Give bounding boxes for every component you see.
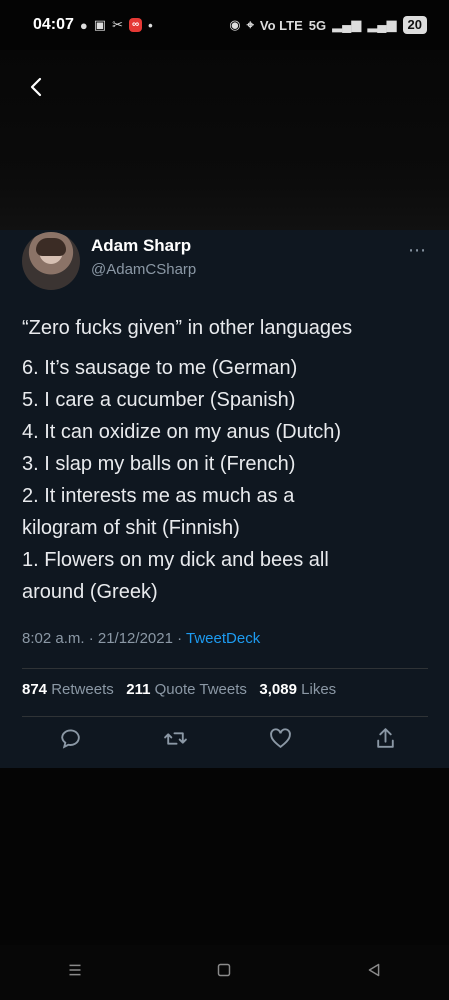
likes-stat[interactable]: 3,089 Likes bbox=[259, 681, 336, 698]
tweet-text: “Zero fucks given” in other languages 6.… bbox=[22, 312, 427, 608]
more-options-icon[interactable]: ⋯ bbox=[408, 240, 427, 261]
battery-icon: 20 bbox=[402, 16, 427, 34]
divider bbox=[22, 668, 428, 669]
retweet-stat[interactable]: 874 Retweets bbox=[22, 681, 114, 698]
tweet-line: around (Greek) bbox=[22, 581, 158, 603]
divider bbox=[22, 716, 428, 717]
share-button[interactable] bbox=[373, 726, 398, 754]
tweet-line: 5. I care a cucumber (Spanish) bbox=[22, 389, 296, 411]
retweet-icon bbox=[164, 732, 187, 745]
system-navigation-bar bbox=[0, 945, 449, 1000]
tweet-actions bbox=[58, 726, 398, 754]
share-icon bbox=[377, 728, 394, 748]
tweet-meta: 8:02 a.m. · 21/12/2021 · TweetDeck bbox=[22, 630, 260, 647]
status-time: 04:07 bbox=[33, 16, 74, 33]
menu-icon bbox=[69, 964, 81, 976]
like-icon bbox=[270, 728, 291, 749]
tweet-line: 6. It’s sausage to me (German) bbox=[22, 357, 298, 379]
back-icon bbox=[30, 77, 42, 97]
tweet-line: 2. It interests me as much as a bbox=[22, 485, 295, 507]
like-button[interactable] bbox=[268, 726, 293, 754]
back-button[interactable] bbox=[25, 75, 49, 99]
top-bar bbox=[0, 50, 449, 230]
alarm-icon: ◉ bbox=[229, 17, 241, 32]
location-icon: ⌖ bbox=[246, 17, 254, 32]
tweet-source-link[interactable]: TweetDeck bbox=[186, 630, 260, 647]
volte-icon: Vo LTE bbox=[259, 17, 303, 33]
tweet-line: “Zero fucks given” in other languages bbox=[22, 317, 353, 339]
signal-icon: ▂▄▆ bbox=[332, 17, 362, 32]
recent-apps-button[interactable] bbox=[64, 959, 86, 986]
tweet-stats: 874 Retweets 211 Quote Tweets 3,089 Like… bbox=[22, 681, 336, 698]
author-handle[interactable]: @AdamCSharp bbox=[91, 261, 196, 278]
home-icon bbox=[218, 963, 231, 977]
author-name[interactable]: Adam Sharp bbox=[91, 236, 191, 256]
reply-icon bbox=[61, 729, 80, 749]
avatar[interactable] bbox=[22, 232, 80, 290]
reply-button[interactable] bbox=[58, 726, 83, 754]
tweet-line: 4. It can oxidize on my anus (Dutch) bbox=[22, 421, 342, 443]
network-label: 5G bbox=[308, 17, 327, 33]
status-bar: 04:07 ● ▣ ✂ ∞ • ◉ ⌖ Vo LTE 5G ▂▄▆ ▂▄▆ 20 bbox=[0, 0, 449, 50]
chat-icon: ● bbox=[79, 17, 88, 33]
status-left: 04:07 ● ▣ ✂ ∞ • bbox=[33, 16, 153, 34]
lower-background bbox=[0, 768, 449, 945]
tweet-card[interactable]: Adam Sharp @AdamCSharp ⋯ “Zero fucks giv… bbox=[0, 230, 449, 768]
notification-badge: ∞ bbox=[128, 18, 143, 32]
back-triangle-icon bbox=[368, 963, 380, 977]
status-right: ◉ ⌖ Vo LTE 5G ▂▄▆ ▂▄▆ 20 bbox=[229, 16, 427, 34]
quote-tweet-stat[interactable]: 211 Quote Tweets bbox=[126, 681, 247, 698]
tweet-timestamp: 8:02 a.m. · 21/12/2021 · bbox=[22, 630, 186, 647]
car-icon: ▣ bbox=[93, 17, 107, 32]
tweet-line: 1. Flowers on my dick and bees all bbox=[22, 549, 329, 571]
status-dot: • bbox=[148, 17, 153, 33]
back-nav-button[interactable] bbox=[363, 959, 385, 986]
tweet-line: kilogram of shit (Finnish) bbox=[22, 517, 240, 539]
avatar-hair bbox=[36, 238, 66, 256]
tweet-line: 3. I slap my balls on it (French) bbox=[22, 453, 296, 475]
signal-icon-2: ▂▄▆ bbox=[367, 17, 397, 32]
home-button[interactable] bbox=[213, 959, 235, 986]
retweet-button[interactable] bbox=[163, 726, 188, 754]
scissors-icon: ✂ bbox=[112, 17, 123, 32]
